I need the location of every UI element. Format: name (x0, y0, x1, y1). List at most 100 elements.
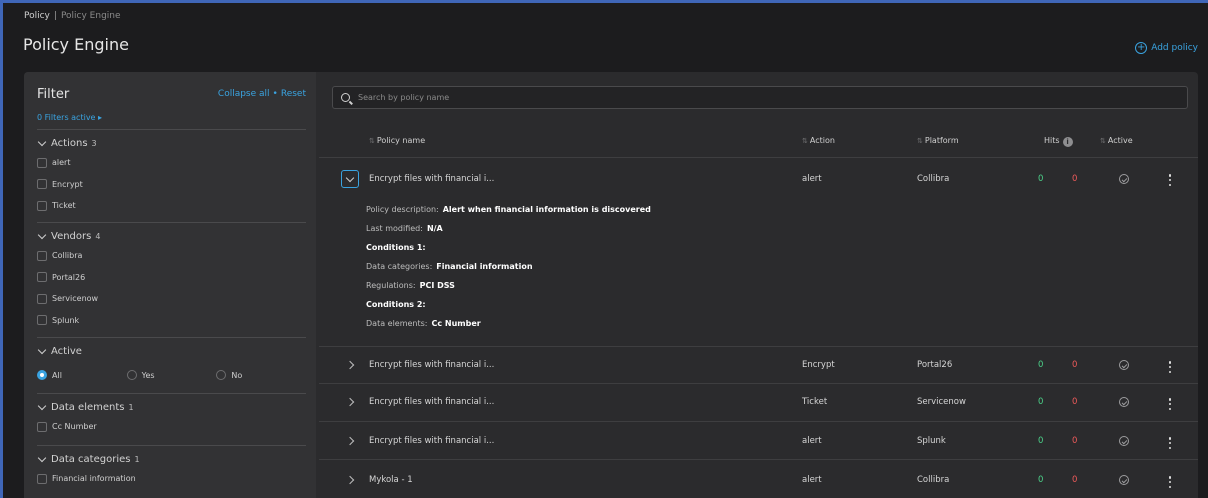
option-label: Ticket (52, 201, 76, 211)
section-label: Vendors (51, 231, 92, 242)
filter-option-servicenow[interactable]: Servicenow (37, 288, 306, 310)
search-box[interactable] (332, 86, 1188, 109)
check-circle-icon (1119, 174, 1129, 184)
section-label: Active (51, 346, 82, 357)
column-header-policy-name[interactable]: ⇅ Policy name (369, 136, 425, 145)
table-row[interactable]: Encrypt files with financial i... Ticket… (319, 384, 1198, 422)
filter-option-encrypt[interactable]: Encrypt (37, 174, 306, 196)
option-label: Collibra (52, 251, 83, 261)
kebab-menu-icon[interactable] (1165, 361, 1175, 373)
section-header-data-categories[interactable]: Data categories 1 (37, 446, 306, 465)
checkbox[interactable] (37, 421, 47, 432)
policy-name[interactable]: Encrypt files with financial i... (369, 397, 494, 407)
active-radio-group: All Yes No (37, 363, 306, 387)
filter-link-separator: • (272, 89, 278, 99)
search-input[interactable] (358, 93, 1158, 102)
table-row[interactable]: Mykola - 1 alert Collibra 0 0 (319, 460, 1198, 498)
column-header-action[interactable]: ⇅ Action (802, 136, 835, 145)
filter-option-collibra[interactable]: Collibra (37, 245, 306, 267)
checkbox[interactable] (37, 179, 47, 190)
search-icon (341, 93, 350, 102)
content-panel: Filter Collapse all • Reset 0 Filters acti… (24, 72, 1198, 498)
collapse-all-link[interactable]: Collapse all (218, 89, 270, 99)
chevron-right-icon[interactable] (345, 397, 355, 407)
hits-green: 0 (1038, 397, 1044, 407)
radio-option-yes[interactable]: Yes (126, 370, 217, 380)
option-label: Servicenow (52, 294, 99, 304)
hits-red: 0 (1072, 436, 1078, 446)
checkbox[interactable] (37, 200, 47, 211)
reset-link[interactable]: Reset (281, 89, 306, 99)
kebab-menu-icon[interactable] (1165, 437, 1175, 449)
policy-action: alert (802, 174, 822, 184)
checkbox[interactable] (37, 272, 47, 283)
info-icon[interactable]: i (1062, 137, 1073, 147)
hits-red: 0 (1072, 475, 1078, 485)
kebab-menu-icon[interactable] (1165, 174, 1175, 186)
checkbox[interactable] (37, 473, 47, 484)
policy-name[interactable]: Encrypt files with financial i... (369, 174, 494, 184)
kebab-menu-icon[interactable] (1165, 476, 1175, 488)
column-header-active[interactable]: ⇅ Active (1100, 136, 1133, 145)
checkbox[interactable] (37, 293, 47, 304)
hits-red: 0 (1072, 360, 1078, 370)
collapse-row-button[interactable] (341, 170, 359, 188)
column-header-platform[interactable]: ⇅ Platform (917, 136, 959, 145)
kebab-menu-icon[interactable] (1165, 398, 1175, 410)
check-circle-icon (1119, 436, 1129, 446)
column-label: Policy name (376, 136, 426, 145)
policy-name[interactable]: Encrypt files with financial i... (369, 360, 494, 370)
filter-option-splunk[interactable]: Splunk (37, 310, 306, 332)
add-policy-button[interactable]: + Add policy (1135, 42, 1198, 54)
radio-button[interactable] (37, 370, 47, 380)
detail-value: Alert when financial information is disc… (442, 205, 651, 214)
policy-name[interactable]: Encrypt files with financial i... (369, 436, 494, 446)
detail-conditions-2: Conditions 2: (366, 300, 426, 309)
radio-button[interactable] (126, 370, 137, 380)
chevron-down-icon (37, 230, 47, 239)
section-label: Data categories (51, 454, 131, 465)
checkbox[interactable] (37, 157, 47, 168)
checkbox[interactable] (37, 250, 47, 261)
section-label: Actions (51, 138, 88, 149)
option-label: Splunk (52, 315, 80, 325)
radio-option-all[interactable]: All (37, 370, 127, 380)
filter-option-alert[interactable]: alert (37, 152, 306, 174)
detail-label: Data categories: (366, 262, 433, 271)
section-header-data-elements[interactable]: Data elements 1 (37, 394, 306, 413)
detail-value: Financial information (436, 262, 533, 271)
section-header-active[interactable]: Active (37, 338, 306, 357)
hits-red: 0 (1072, 397, 1078, 407)
option-label: Cc Number (52, 422, 97, 432)
option-label: Portal26 (52, 272, 86, 282)
checkbox[interactable] (37, 315, 47, 326)
policy-action: alert (802, 436, 822, 446)
detail-conditions-1: Conditions 1: (366, 243, 426, 252)
column-label: Platform (924, 136, 959, 145)
sort-icon: ⇅ (369, 137, 375, 145)
chevron-right-icon[interactable] (345, 436, 355, 446)
filter-option-portal26[interactable]: Portal26 (37, 267, 306, 289)
detail-regulations: Regulations: PCI DSS (366, 281, 455, 290)
table-row[interactable]: Encrypt files with financial i... Encryp… (319, 347, 1198, 384)
chevron-right-icon[interactable] (345, 360, 355, 370)
detail-label: Data elements: (366, 319, 428, 328)
breadcrumb-root[interactable]: Policy (24, 11, 50, 21)
table-row[interactable]: Encrypt files with financial i... alert … (319, 422, 1198, 460)
radio-label: Yes (141, 370, 155, 380)
policy-name[interactable]: Mykola - 1 (369, 475, 413, 485)
section-header-vendors[interactable]: Vendors 4 (37, 223, 306, 242)
app-frame: Policy | Policy Engine Policy Engine + Add… (0, 0, 1208, 498)
radio-option-no[interactable]: No (216, 370, 306, 380)
filter-option-cc-number[interactable]: Cc Number (37, 416, 306, 438)
hits-green: 0 (1038, 360, 1044, 370)
policy-action: alert (802, 475, 822, 485)
filters-active-toggle[interactable]: 0 Filters active ▸ (37, 113, 102, 122)
breadcrumb-current: Policy Engine (60, 11, 121, 21)
section-header-actions[interactable]: Actions 3 (37, 130, 306, 149)
radio-button[interactable] (216, 370, 227, 380)
chevron-right-icon[interactable] (345, 475, 355, 485)
filter-option-financial-information[interactable]: Financial information (37, 468, 306, 490)
filter-option-ticket[interactable]: Ticket (37, 195, 306, 217)
policy-action: Encrypt (802, 360, 835, 370)
